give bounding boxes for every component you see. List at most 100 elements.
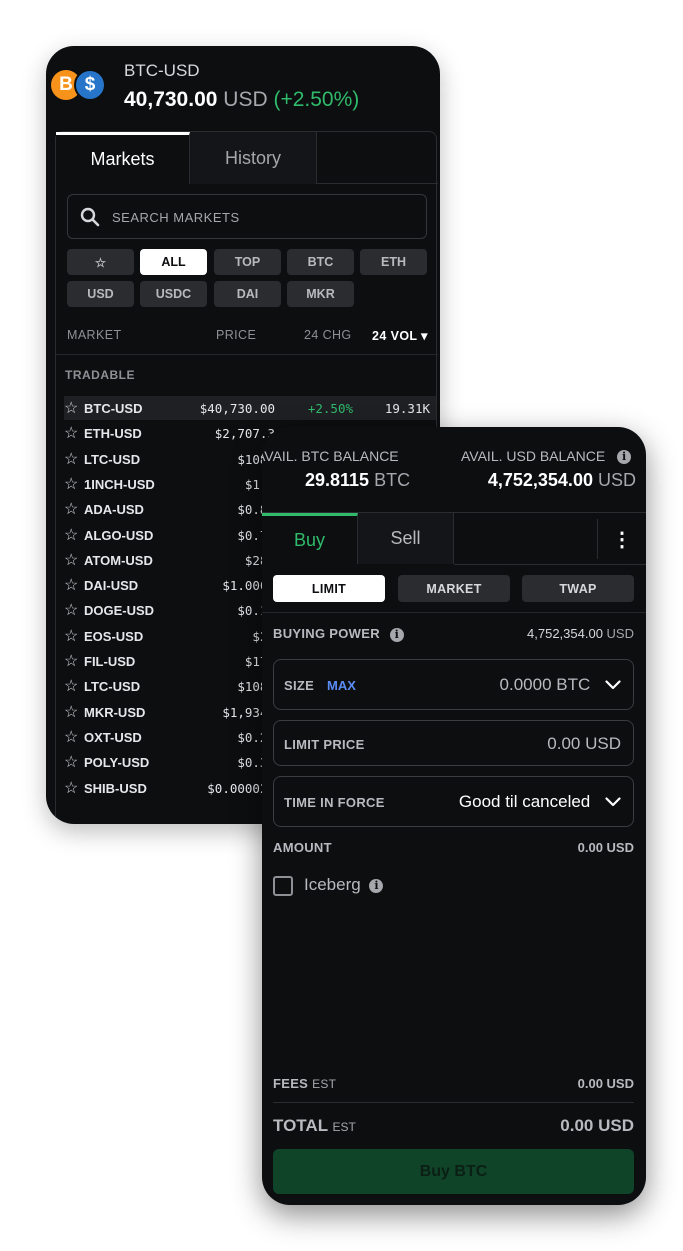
star-icon[interactable]: ☆ xyxy=(64,600,78,620)
info-icon[interactable]: i xyxy=(617,450,632,465)
star-icon[interactable]: ☆ xyxy=(64,550,78,570)
market-symbol: DOGE-USD xyxy=(84,603,155,619)
total-divider xyxy=(273,1102,634,1103)
column-market[interactable]: MARKET xyxy=(67,328,122,342)
market-symbol: ADA-USD xyxy=(84,502,144,518)
order-type-market[interactable]: MARKET xyxy=(398,575,510,602)
iceberg-label: Iceberg xyxy=(304,875,361,894)
markets-tabbar: Markets History xyxy=(56,132,438,184)
tab-sell[interactable]: Sell xyxy=(358,513,454,564)
avail-btc-label: AVAIL. BTC BALANCE xyxy=(262,448,399,464)
size-value: 0.0000 BTC xyxy=(500,675,621,695)
market-symbol: OXT-USD xyxy=(84,729,142,745)
amount-label: AMOUNT xyxy=(273,840,332,855)
avail-usd-label: AVAIL. USD BALANCE i xyxy=(461,448,632,465)
market-symbol: LTC-USD xyxy=(84,679,141,695)
buy-btc-button[interactable]: Buy BTC xyxy=(273,1149,634,1194)
pair-price: 40,730.00 USD (+2.50%) xyxy=(124,88,359,112)
star-icon[interactable]: ☆ xyxy=(64,575,78,595)
star-icon[interactable]: ☆ xyxy=(64,398,78,418)
market-symbol: FIL-USD xyxy=(84,654,136,669)
filter-dai[interactable]: DAI xyxy=(214,281,281,307)
avail-btc-value: 29.8115 xyxy=(305,470,370,490)
star-icon[interactable]: ☆ xyxy=(64,499,78,519)
avail-btc-unit: BTC xyxy=(374,470,411,490)
market-symbol: ALGO-USD xyxy=(84,527,154,543)
info-icon[interactable]: i xyxy=(389,627,404,642)
size-value-text: 0.0000 BTC xyxy=(499,675,591,694)
star-icon[interactable]: ☆ xyxy=(64,778,78,798)
info-icon[interactable]: i xyxy=(369,878,384,893)
filter-eth[interactable]: ETH xyxy=(360,249,427,275)
search-markets-input[interactable]: SEARCH MARKETS xyxy=(67,194,427,239)
fees-value: 0.00 USD xyxy=(577,1076,634,1091)
star-icon[interactable]: ☆ xyxy=(64,702,78,722)
star-icon[interactable]: ☆ xyxy=(64,449,78,469)
avail-usd-unit: USD xyxy=(597,470,636,490)
price-value: 40,730.00 xyxy=(124,88,218,111)
fees-label: FEES EST xyxy=(273,1076,336,1091)
market-symbol: 1INCH-USD xyxy=(84,476,155,492)
market-symbol: EOS-USD xyxy=(84,628,144,644)
section-tradable: TRADABLE xyxy=(65,368,135,382)
iceberg-option: Iceberg i xyxy=(304,875,384,895)
avail-usd-balance: 4,752,354.00 USD xyxy=(488,470,636,491)
market-symbol: DAI-USD xyxy=(84,578,139,594)
chevron-down-icon[interactable] xyxy=(605,797,621,807)
column-price[interactable]: PRICE xyxy=(216,328,256,342)
time-in-force-select[interactable]: TIME IN FORCE Good til canceled xyxy=(273,776,634,827)
search-icon xyxy=(80,207,100,227)
chevron-down-icon[interactable] xyxy=(605,680,621,690)
column-24-volume[interactable]: 24 VOL ▾ xyxy=(372,328,428,343)
market-symbol: BTC-USD xyxy=(84,401,143,416)
iceberg-checkbox[interactable] xyxy=(273,876,293,896)
size-label: SIZE xyxy=(284,678,315,693)
star-icon[interactable]: ☆ xyxy=(64,676,78,696)
limit-price-field[interactable]: LIMIT PRICE 0.00 USD xyxy=(273,720,634,766)
tab-divider xyxy=(454,564,646,565)
market-row[interactable]: ☆ BTC-USD $40,730.00 +2.50% 19.31K xyxy=(64,396,436,420)
trade-card: AVAIL. BTC BALANCE 29.8115 BTC AVAIL. US… xyxy=(262,427,646,1205)
star-icon[interactable]: ☆ xyxy=(64,727,78,747)
star-icon[interactable]: ☆ xyxy=(64,525,78,545)
time-in-force-text: Good til canceled xyxy=(458,792,591,811)
order-type-limit[interactable]: LIMIT xyxy=(273,575,385,602)
star-icon[interactable]: ☆ xyxy=(64,423,78,443)
pair-symbol: BTC-USD xyxy=(124,61,200,80)
filter-usd[interactable]: USD xyxy=(67,281,134,307)
avail-usd-label-text: AVAIL. USD BALANCE xyxy=(461,448,606,464)
order-type-twap[interactable]: TWAP xyxy=(522,575,634,602)
more-options-icon[interactable]: ⋮ xyxy=(597,519,646,559)
search-placeholder: SEARCH MARKETS xyxy=(112,210,240,225)
star-icon[interactable]: ☆ xyxy=(64,474,78,494)
order-panel: Buy Sell ⋮ LIMIT MARKET TWAP BUYING POWE… xyxy=(262,512,646,1205)
filter-btc[interactable]: BTC xyxy=(287,249,354,275)
filter-all[interactable]: ALL xyxy=(140,249,207,275)
filter-mkr[interactable]: MKR xyxy=(287,281,354,307)
market-symbol: POLY-USD xyxy=(84,755,150,771)
filter-usdc[interactable]: USDC xyxy=(140,281,207,307)
size-field[interactable]: SIZE MAX 0.0000 BTC xyxy=(273,659,634,710)
avail-usd-value: 4,752,354.00 xyxy=(487,470,593,490)
tab-history[interactable]: History xyxy=(190,132,317,184)
dollar-icon: $ xyxy=(74,69,106,101)
time-in-force-value: Good til canceled xyxy=(459,792,621,812)
star-icon[interactable]: ☆ xyxy=(64,752,78,772)
column-24-change[interactable]: 24 CHG xyxy=(304,328,352,342)
buying-power-unit: USD xyxy=(606,626,634,641)
filter-favorites[interactable]: ☆ xyxy=(67,249,134,275)
star-icon[interactable]: ☆ xyxy=(64,626,78,646)
total-value: 0.00 USD xyxy=(560,1116,634,1135)
price-change: (+2.50%) xyxy=(273,88,360,111)
market-symbol: ETH-USD xyxy=(84,426,142,442)
tab-buy[interactable]: Buy xyxy=(262,513,358,564)
max-button[interactable]: MAX xyxy=(327,678,356,693)
star-icon[interactable]: ☆ xyxy=(64,651,78,671)
price-unit: USD xyxy=(223,88,268,111)
time-in-force-label: TIME IN FORCE xyxy=(284,795,385,810)
filter-top[interactable]: TOP xyxy=(214,249,281,275)
total-label: TOTAL EST xyxy=(273,1116,356,1136)
buying-power-amount: 4,752,354.00 xyxy=(527,626,603,641)
limit-price-label: LIMIT PRICE xyxy=(284,737,365,752)
tab-markets[interactable]: Markets xyxy=(56,132,190,184)
